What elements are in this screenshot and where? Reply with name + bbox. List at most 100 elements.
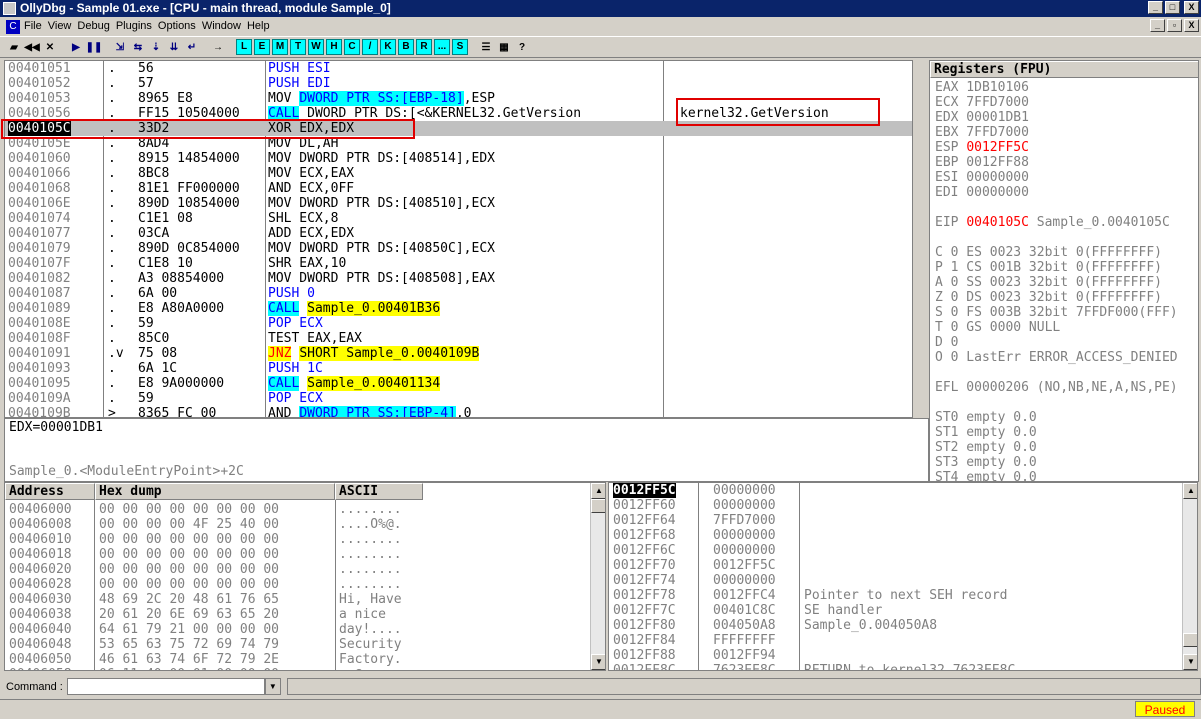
stack-row[interactable]: 0012FF8C 7623EE8C RETURN to kernel32.7623E… [609,663,1182,670]
dump-row[interactable]: 00406038 20 61 20 6E 69 63 65 20 a nice [5,607,590,622]
command-input[interactable] [66,678,265,695]
register-row[interactable]: EBP 0012FF88 [935,155,1029,170]
toolbar-references-button[interactable]: R [416,39,432,55]
toolbar-memory-button[interactable]: M [272,39,288,55]
register-row[interactable]: P 1 CS 001B 32bit 0(FFFFFFFF) [935,260,1162,275]
grid-icon[interactable]: ▦ [496,39,512,55]
register-row[interactable]: O 0 LastErr ERROR_ACCESS_DENIED [935,350,1178,365]
run-icon[interactable]: ▶ [68,39,84,55]
pause-icon[interactable]: ❚❚ [86,39,103,55]
register-row[interactable]: S 0 FS 003B 32bit 7FFDF000(FFF) [935,305,1178,320]
menu-help[interactable]: Help [247,17,276,36]
register-row[interactable]: ECX 7FFD7000 [935,95,1029,110]
dump-row[interactable]: 00406030 48 69 2C 20 48 61 76 65 Hi, Have [5,592,590,607]
dump-row[interactable]: 00406018 00 00 00 00 00 00 00 00........ [5,547,590,562]
disasm-row[interactable]: 00401089. E8 A80A0000 CALL Sample_0.00401B… [5,301,912,316]
registers-pane[interactable]: Registers (FPU) EAX 1DB10106 ECX 7FFD7000… [929,60,1199,482]
menu-plugins[interactable]: Plugins [116,17,158,36]
dump-row[interactable]: 00406000 00 00 00 00 00 00 00 00........ [5,502,590,517]
disasm-row[interactable]: 00401068. 81E1 FF000000 AND ECX,0FF [5,181,912,196]
register-row[interactable]: EIP 0040105C Sample_0.0040105C [935,215,1170,230]
disasm-row[interactable]: 00401091 .v 75 08 JNZ SHORT Sample_0.004010… [5,346,912,361]
trace-over-icon[interactable]: ⇊ [166,39,182,55]
disasm-row[interactable]: 0040106E. 890D 10854000 MOV DWORD PTR DS:[… [5,196,912,211]
execute-till-return-icon[interactable]: ↵ [184,39,200,55]
toolbar-log-button[interactable]: L [236,39,252,55]
disasm-row[interactable]: 00401079. 890D 0C854000 MOV DWORD PTR DS:[… [5,241,912,256]
goto-icon[interactable]: → [210,39,226,55]
register-row[interactable]: EDX 00001DB1 [935,110,1029,125]
register-row[interactable]: Z 0 DS 0023 32bit 0(FFFFFFFF) [935,290,1162,305]
stack-row[interactable]: 0012FF74 00000000 [609,573,1182,588]
trace-into-icon[interactable]: ⇣ [148,39,164,55]
register-row[interactable]: ESI 00000000 [935,170,1029,185]
disasm-row[interactable]: 00401051. 56 PUSH ESI [5,61,912,76]
register-row[interactable]: EBX 7FFD7000 [935,125,1029,140]
stack-pane[interactable]: 0012FF5C 00000000 0012FF60 00000000 0012FF64… [608,482,1198,671]
minimize-button[interactable]: _ [1148,1,1163,14]
dump-row[interactable]: 00406008 00 00 00 00 4F 25 40 00 ....O%@. [5,517,590,532]
register-row[interactable]: EFL 00000206 (NO,NB,NE,A,NS,PE) [935,380,1178,395]
disasm-row[interactable]: 00401082. A3 08854000 MOV DWORD PTR DS:[40… [5,271,912,286]
register-row[interactable]: ST0 empty 0.0 [935,410,1037,425]
dump-row[interactable]: 00406048 53 65 63 75 72 69 74 79 Security [5,637,590,652]
stack-row[interactable]: 0012FF88 0012FF94 [609,648,1182,663]
disasm-row[interactable]: 00401060. 8915 14854000 MOV DWORD PTR DS:[… [5,151,912,166]
toolbar-patches-button[interactable]: / [362,39,378,55]
toolbar-threads-button[interactable]: T [290,39,306,55]
dump-row[interactable]: 00406040 64 61 79 21 00 00 00 00 day!.... [5,622,590,637]
stack-row[interactable]: 0012FF60 00000000 [609,498,1182,513]
registers-header[interactable]: Registers (FPU) [930,61,1198,78]
toolbar-modules-button[interactable]: E [254,39,270,55]
scroll-down-icon[interactable]: ▼ [591,654,605,670]
register-row[interactable]: D 0 [935,335,958,350]
close-icon[interactable]: ✕ [42,39,58,55]
dump-scrollbar[interactable]: ▲ ▼ [590,483,605,670]
chevron-down-icon[interactable]: ▼ [264,678,281,695]
disasm-row[interactable]: 0040107F. C1E8 10 SHR EAX,10 [5,256,912,271]
stack-row[interactable]: 0012FF70 0012FF5C [609,558,1182,573]
maximize-button[interactable]: □ [1165,1,1180,14]
toolbar-runtrace-button[interactable]: ... [434,39,450,55]
menu-view[interactable]: View [48,17,78,36]
register-row[interactable]: ESP 0012FF5C [935,140,1029,155]
scroll-thumb[interactable] [591,499,605,513]
register-row[interactable]: EDI 00000000 [935,185,1029,200]
register-row[interactable]: ST4 empty 0.0 [935,470,1037,481]
menu-debug[interactable]: Debug [77,17,115,36]
menu-file[interactable]: File [24,17,48,36]
stack-row[interactable]: 0012FF5C 00000000 [609,483,1182,498]
help-icon[interactable]: ? [514,39,530,55]
scroll-up-icon[interactable]: ▲ [591,483,605,499]
stack-row[interactable]: 0012FF80 004050A8 Sample_0.004050A8 [609,618,1182,633]
toolbar-windows-button[interactable]: W [308,39,324,55]
close-button[interactable]: X [1184,1,1199,14]
menu-options[interactable]: Options [158,17,202,36]
rewind-icon[interactable]: ◀◀ [24,39,40,55]
register-row[interactable]: A 0 SS 0023 32bit 0(FFFFFFFF) [935,275,1162,290]
stack-row[interactable]: 0012FF84 FFFFFFFF [609,633,1182,648]
toolbar-handles-button[interactable]: H [326,39,342,55]
toolbar-source-button[interactable]: S [452,39,468,55]
stack-row[interactable]: 0012FF6C 00000000 [609,543,1182,558]
register-row[interactable]: ST3 empty 0.0 [935,455,1037,470]
list-icon[interactable]: ☰ [478,39,494,55]
stack-row[interactable]: 0012FF64 7FFD7000 [609,513,1182,528]
register-row[interactable]: ST2 empty 0.0 [935,440,1037,455]
disasm-row[interactable]: 00401077. 03CA ADD ECX,EDX [5,226,912,241]
dump-pane[interactable]: Address Hex dump ASCII 00406000 00 00 00 … [4,482,606,671]
disasm-row[interactable]: 0040109A. 59 POP ECX [5,391,912,406]
scroll-up-icon[interactable]: ▲ [1183,483,1197,499]
dump-row[interactable]: 00406058 06 11 40 00 01 00 00 00 ..@..... [5,667,590,670]
child-restore-button[interactable]: ▫ [1167,19,1182,32]
disasm-row[interactable]: 00401052. 57 PUSH EDI [5,76,912,91]
register-row[interactable]: C 0 ES 0023 32bit 0(FFFFFFFF) [935,245,1162,260]
dump-row[interactable]: 00406028 00 00 00 00 00 00 00 00........ [5,577,590,592]
disasm-row[interactable]: 0040108E. 59 POP ECX [5,316,912,331]
child-close-button[interactable]: X [1184,19,1199,32]
scroll-down-icon[interactable]: ▼ [1183,654,1197,670]
dump-header-ascii[interactable]: ASCII [335,483,423,500]
disasm-row[interactable]: 00401066. 8BC8 MOV ECX,EAX [5,166,912,181]
toolbar-callstack-button[interactable]: K [380,39,396,55]
register-row[interactable]: EAX 1DB10106 [935,80,1029,95]
